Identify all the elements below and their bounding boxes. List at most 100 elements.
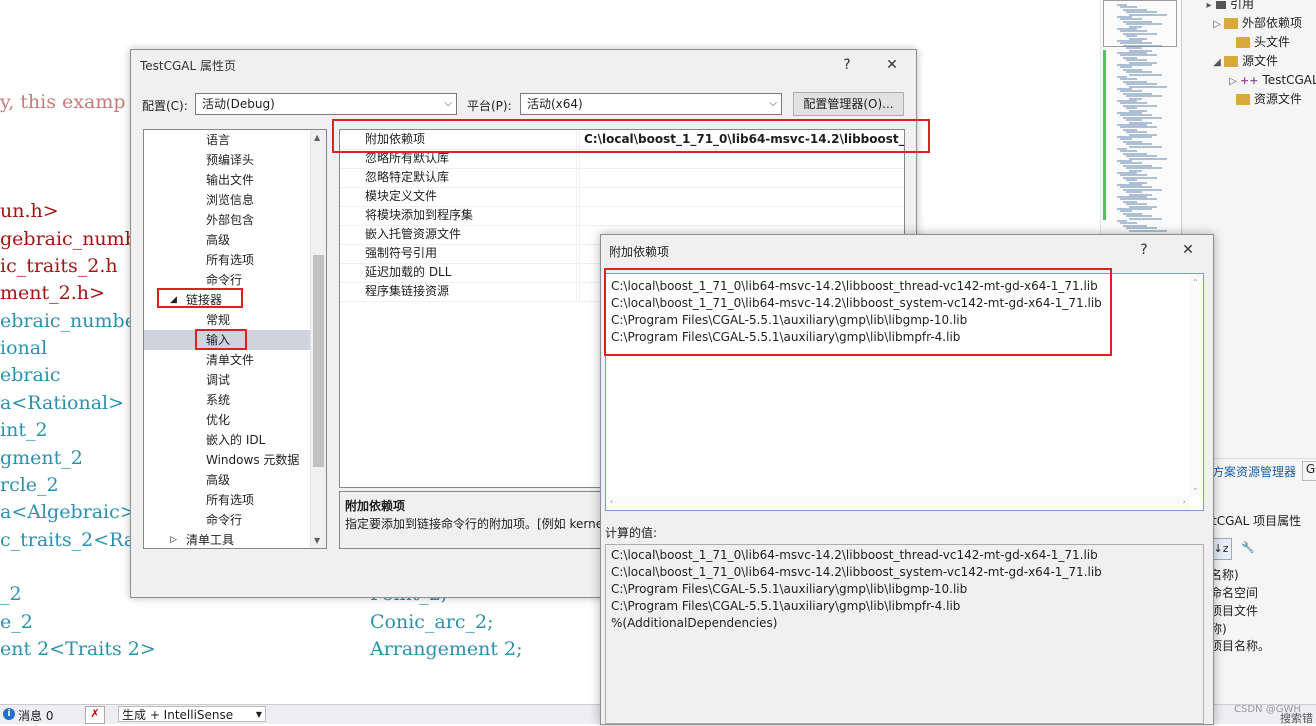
property-value[interactable] (579, 282, 584, 301)
expand-arrow-icon[interactable]: ▷ (170, 530, 177, 548)
solution-tree-item[interactable]: ▷ 外部依赖项 (1210, 14, 1302, 33)
solution-tree-label: 头文件 (1254, 35, 1291, 49)
tree-scrollbar[interactable]: ▲ ▼ (310, 130, 326, 548)
property-tree[interactable]: 语言 预编译头 输出文件 浏览信息 外部包含 高级 所有选项 命令行 ◢ 链接器 常规 输入 清单文件调… (143, 129, 327, 549)
tree-node-21[interactable]: ▷ 清单工具 (144, 530, 234, 548)
tree-node-9[interactable]: ◢ 链接器 (144, 290, 222, 310)
deps-textarea[interactable]: C:\local\boost_1_71_0\lib64-msvc-14.2\li… (605, 273, 1204, 511)
scroll-up-icon[interactable]: ⌃ (1192, 278, 1199, 287)
expand-arrow-icon[interactable]: ◢ (1210, 53, 1224, 72)
tree-node-18[interactable]: 高级 (144, 470, 230, 490)
property-value[interactable] (579, 168, 584, 187)
minimap-line (1129, 229, 1167, 232)
tree-node-17[interactable]: Windows 元数据 (144, 450, 299, 470)
property-grid-row[interactable]: 附加依赖项 C:\local\boost_1_71_0\lib64-msvc-14… (340, 130, 904, 150)
tree-node-label: 系统 (206, 393, 231, 407)
tree-node-label: 预编译头 (206, 153, 255, 167)
tree-node-1[interactable]: 语言 (144, 130, 230, 150)
tree-node-4[interactable]: 浏览信息 (144, 190, 254, 210)
description-text: 指定要添加到链接命令行的附加项。[例如 kerne (345, 517, 604, 531)
expand-arrow-icon[interactable]: ◢ (170, 290, 177, 310)
close-button[interactable]: ✕ (880, 54, 904, 76)
solution-tree-item[interactable]: ▸ 引用 (1202, 0, 1254, 14)
property-value[interactable] (579, 244, 584, 263)
property-grid-row[interactable]: 模块定义文件 (340, 187, 904, 207)
cpp-file-icon: ++ (1240, 74, 1259, 87)
property-name: 附加依赖项 (365, 132, 426, 146)
tree-node-label: Windows 元数据 (206, 453, 300, 467)
tree-node-13[interactable]: 调试 (144, 370, 230, 390)
expand-arrow-icon[interactable]: ▸ (1202, 0, 1216, 15)
solution-tree-label: 引用 (1230, 0, 1255, 11)
property-value[interactable] (579, 225, 584, 244)
property-grid-row[interactable]: 将模块添加到程序集 (340, 206, 904, 226)
solution-tree-item[interactable]: 头文件 (1222, 33, 1290, 52)
column-separator (576, 282, 577, 301)
property-value[interactable] (579, 149, 584, 168)
tab-git[interactable]: G (1302, 461, 1316, 481)
tree-node-19[interactable]: 所有选项 (144, 490, 254, 510)
property-name: 程序集链接资源 (365, 284, 450, 298)
tree-scroll-thumb[interactable] (313, 255, 324, 467)
property-value[interactable] (579, 263, 584, 282)
deps-close-button[interactable]: ✕ (1176, 239, 1200, 261)
dependency-line: C:\local\boost_1_71_0\lib64-msvc-14.2\li… (611, 296, 1102, 310)
build-filter-dropdown[interactable]: 生成 + IntelliSense ▼ (118, 706, 266, 722)
solution-tree-item[interactable]: 资源文件 (1222, 90, 1302, 109)
deps-vertical-scrollbar[interactable]: ⌃ ⌄ (1189, 274, 1203, 496)
deps-horizontal-scrollbar[interactable]: ‹ › (606, 496, 1190, 510)
solution-tree-label: TestCGAL.cpp (1262, 73, 1316, 87)
chevron-down-icon: ▼ (255, 710, 262, 719)
scroll-left-icon[interactable]: ‹ (610, 497, 613, 506)
scroll-right-icon[interactable]: › (1183, 497, 1186, 506)
tree-node-label: 高级 (206, 473, 231, 487)
solution-tree-item[interactable]: ◢ 源文件 (1210, 52, 1278, 71)
tree-node-14[interactable]: 系统 (144, 390, 230, 410)
scroll-down-icon[interactable]: ⌄ (1192, 483, 1199, 492)
tree-node-12[interactable]: 清单文件 (144, 350, 254, 370)
tree-node-15[interactable]: 优化 (144, 410, 230, 430)
tree-node-label: 输入 (206, 333, 231, 347)
column-separator (576, 168, 577, 187)
minimap-line (1129, 13, 1167, 16)
tree-node-6[interactable]: 高级 (144, 230, 230, 250)
expand-arrow-icon[interactable]: ▷ (1210, 15, 1224, 34)
tree-node-8[interactable]: 命令行 (144, 270, 242, 290)
minimap-line (1129, 73, 1162, 76)
property-value[interactable] (579, 206, 584, 225)
filter-icon[interactable]: ✗ (85, 706, 105, 724)
tree-node-label: 命令行 (206, 273, 243, 287)
tab-solution-explorer[interactable]: 方案资源管理器 (1212, 463, 1296, 480)
config-manager-button[interactable]: 配置管理器(O)... (793, 92, 904, 116)
tree-node-11[interactable]: 输入 (144, 330, 326, 350)
scroll-down-icon[interactable]: ▼ (314, 536, 320, 545)
wrench-icon[interactable]: 🔧 (1238, 538, 1258, 558)
expand-arrow-icon[interactable]: ▷ (1226, 72, 1240, 91)
tree-node-7[interactable]: 所有选项 (144, 250, 254, 270)
tree-node-label: 优化 (206, 413, 231, 427)
solution-tree-item[interactable]: ▷++TestCGAL.cpp (1226, 71, 1316, 90)
tree-node-label: 嵌入的 IDL (206, 433, 266, 447)
property-name: 将模块添加到程序集 (365, 208, 474, 222)
tree-node-3[interactable]: 输出文件 (144, 170, 254, 190)
platform-select[interactable]: 活动(x64) ⌵ (520, 93, 782, 115)
help-button[interactable]: ? (835, 54, 859, 76)
tree-node-20[interactable]: 命令行 (144, 510, 242, 530)
column-separator (576, 187, 577, 206)
tree-node-16[interactable]: 嵌入的 IDL (144, 430, 265, 450)
property-grid-row[interactable]: 忽略所有默认库 (340, 149, 904, 169)
messages-filter[interactable]: 消息 0 (18, 707, 53, 724)
property-name: 强制符号引用 (365, 246, 438, 260)
tree-node-label: 常规 (206, 313, 231, 327)
scroll-up-icon[interactable]: ▲ (314, 133, 320, 142)
dependency-line: C:\Program Files\CGAL-5.5.1\auxiliary\gm… (611, 330, 961, 344)
property-grid-row[interactable]: 忽略特定默认库 (340, 168, 904, 188)
platform-value: 活动(x64) (527, 97, 583, 111)
property-value[interactable] (579, 187, 584, 206)
config-select[interactable]: 活动(Debug) ⌵ (195, 93, 457, 115)
deps-help-button[interactable]: ? (1132, 239, 1156, 261)
property-value[interactable]: C:\local\boost_1_71_0\lib64-msvc-14.2\li… (579, 130, 904, 149)
tree-node-10[interactable]: 常规 (144, 310, 230, 330)
tree-node-2[interactable]: 预编译头 (144, 150, 254, 170)
tree-node-5[interactable]: 外部包含 (144, 210, 254, 230)
